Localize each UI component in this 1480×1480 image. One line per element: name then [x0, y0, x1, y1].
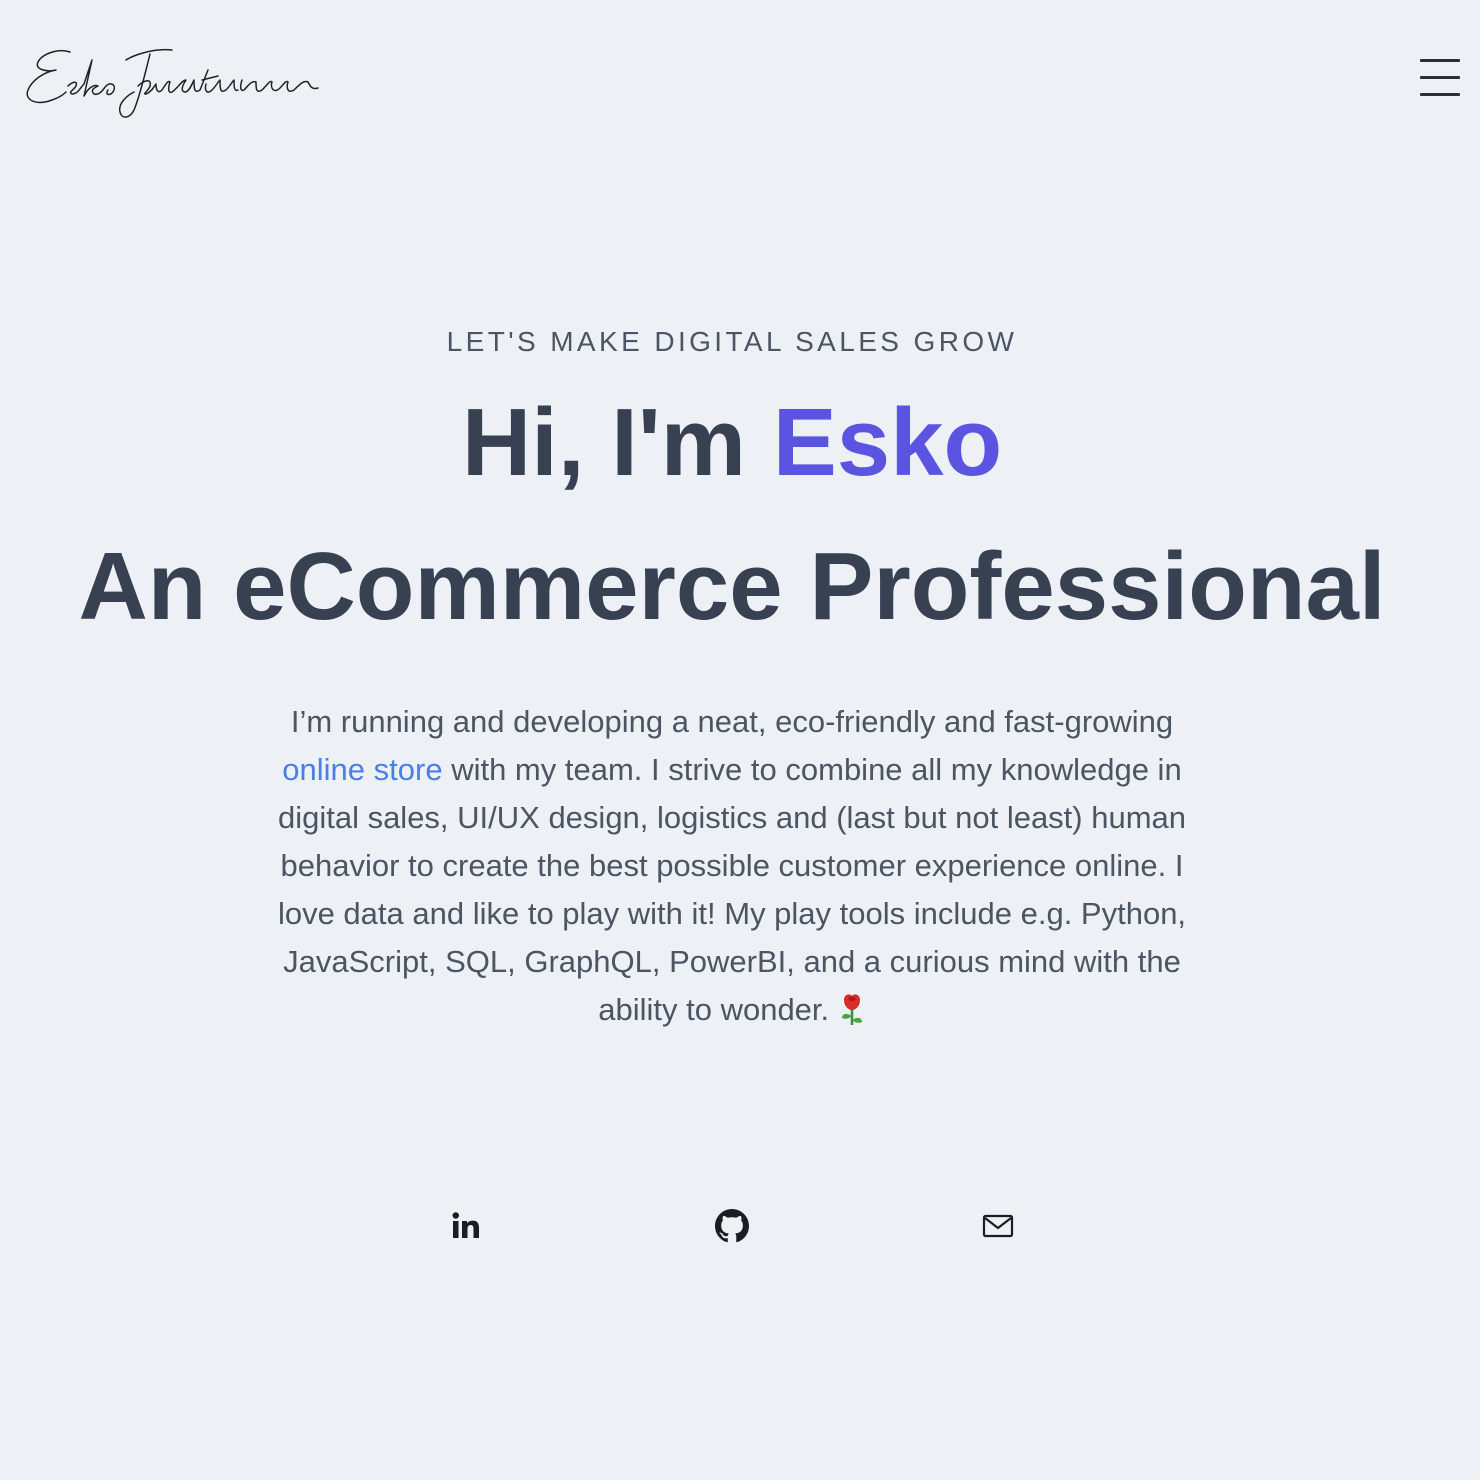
online-store-link[interactable]: online store — [282, 752, 442, 787]
hamburger-menu-button[interactable] — [1416, 56, 1460, 98]
github-icon — [715, 1209, 749, 1243]
greeting-name: Esko — [772, 389, 1003, 496]
rose-icon — [841, 994, 862, 1025]
github-link[interactable] — [710, 1204, 754, 1248]
greeting-prefix: Hi, I'm — [461, 389, 773, 496]
mail-icon — [982, 1214, 1014, 1238]
email-link[interactable] — [976, 1204, 1020, 1248]
hero-greeting: Hi, I'm Esko — [0, 384, 1464, 502]
hero-eyebrow: LET'S MAKE DIGITAL SALES GROW — [446, 326, 1018, 357]
bio-text-end: with my team. I strive to combine all my… — [277, 752, 1187, 1027]
menu-line — [1420, 59, 1460, 62]
bio-text-start: I’m running and developing a neat, eco-f… — [290, 704, 1174, 739]
linkedin-link[interactable] — [444, 1204, 488, 1248]
menu-line — [1420, 93, 1460, 96]
linkedin-icon — [452, 1212, 479, 1238]
signature-logo[interactable] — [22, 40, 322, 124]
menu-line — [1420, 76, 1460, 79]
hero-title: An eCommerce Professional — [78, 533, 1386, 640]
signature-logo-image — [26, 48, 319, 118]
hero-bio: I’m running and developing a neat, eco-f… — [272, 698, 1192, 1034]
